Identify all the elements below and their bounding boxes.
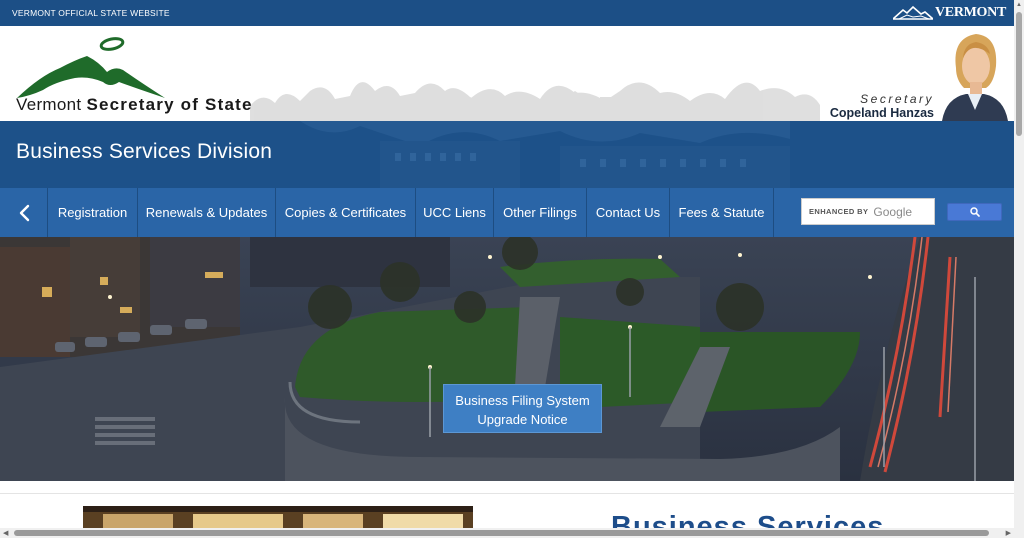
nav-item-contact-us[interactable]: Contact Us bbox=[587, 188, 670, 237]
site-header: Vermont Secretary of State Secretary Cop… bbox=[0, 26, 1014, 121]
scroll-left-icon[interactable]: ◀ bbox=[3, 529, 8, 537]
search-input[interactable]: ENHANCED BY Google bbox=[801, 198, 935, 225]
vertical-scrollbar[interactable]: ▲ bbox=[1014, 0, 1024, 538]
city-plaza-night-photo bbox=[0, 237, 1014, 481]
vermont-state-logo[interactable]: VERMONT bbox=[892, 3, 1006, 23]
division-banner: Business Services Division bbox=[0, 121, 1014, 188]
nav-item-registration[interactable]: Registration bbox=[48, 188, 138, 237]
main-nav: Registration Renewals & Updates Copies &… bbox=[0, 188, 1014, 237]
secretary-name: Copeland Hanzas bbox=[829, 106, 934, 120]
nav-item-ucc-liens[interactable]: UCC Liens bbox=[416, 188, 494, 237]
site-title-prefix: Vermont bbox=[16, 95, 82, 114]
secretary-of-state-logo bbox=[17, 37, 165, 98]
chevron-left-icon bbox=[19, 204, 29, 221]
secretary-portrait bbox=[936, 28, 1014, 121]
scroll-up-icon[interactable]: ▲ bbox=[1016, 2, 1022, 8]
search-enhanced-label: ENHANCED BY bbox=[809, 207, 869, 216]
nav-item-copies-certificates[interactable]: Copies & Certificates bbox=[276, 188, 416, 237]
notice-button-line1: Business Filing System bbox=[455, 393, 590, 408]
vermont-logo-text: VERMONT bbox=[934, 5, 1006, 20]
nav-item-fees-statute[interactable]: Fees & Statute bbox=[670, 188, 774, 237]
horizontal-scroll-thumb[interactable] bbox=[14, 530, 989, 536]
secretary-role: Secretary bbox=[860, 92, 934, 106]
scroll-right-icon[interactable]: ▶ bbox=[1006, 529, 1011, 537]
site-title[interactable]: Vermont Secretary of State bbox=[16, 95, 253, 115]
search-button[interactable] bbox=[947, 203, 1002, 221]
official-site-label: VERMONT OFFICIAL STATE WEBSITE bbox=[12, 8, 170, 18]
search-icon bbox=[969, 207, 980, 217]
nav-back-button[interactable] bbox=[0, 188, 48, 237]
division-title: Business Services Division bbox=[16, 140, 273, 163]
search-provider-label: Google bbox=[873, 204, 913, 219]
horizontal-scrollbar[interactable]: ◀ ▶ bbox=[0, 528, 1014, 538]
mountain-icon bbox=[892, 6, 933, 20]
hero-image bbox=[0, 237, 1014, 481]
official-site-bar: VERMONT OFFICIAL STATE WEBSITE VERMONT bbox=[0, 0, 1014, 26]
vertical-scroll-thumb[interactable] bbox=[1016, 12, 1022, 136]
section-divider bbox=[0, 493, 1014, 494]
nav-item-renewals-updates[interactable]: Renewals & Updates bbox=[138, 188, 276, 237]
notice-button-line2: Upgrade Notice bbox=[477, 412, 568, 427]
site-title-main: Secretary of State bbox=[86, 95, 253, 114]
nav-item-other-filings[interactable]: Other Filings bbox=[494, 188, 587, 237]
filing-system-notice-button[interactable]: Business Filing System Upgrade Notice bbox=[443, 384, 602, 433]
